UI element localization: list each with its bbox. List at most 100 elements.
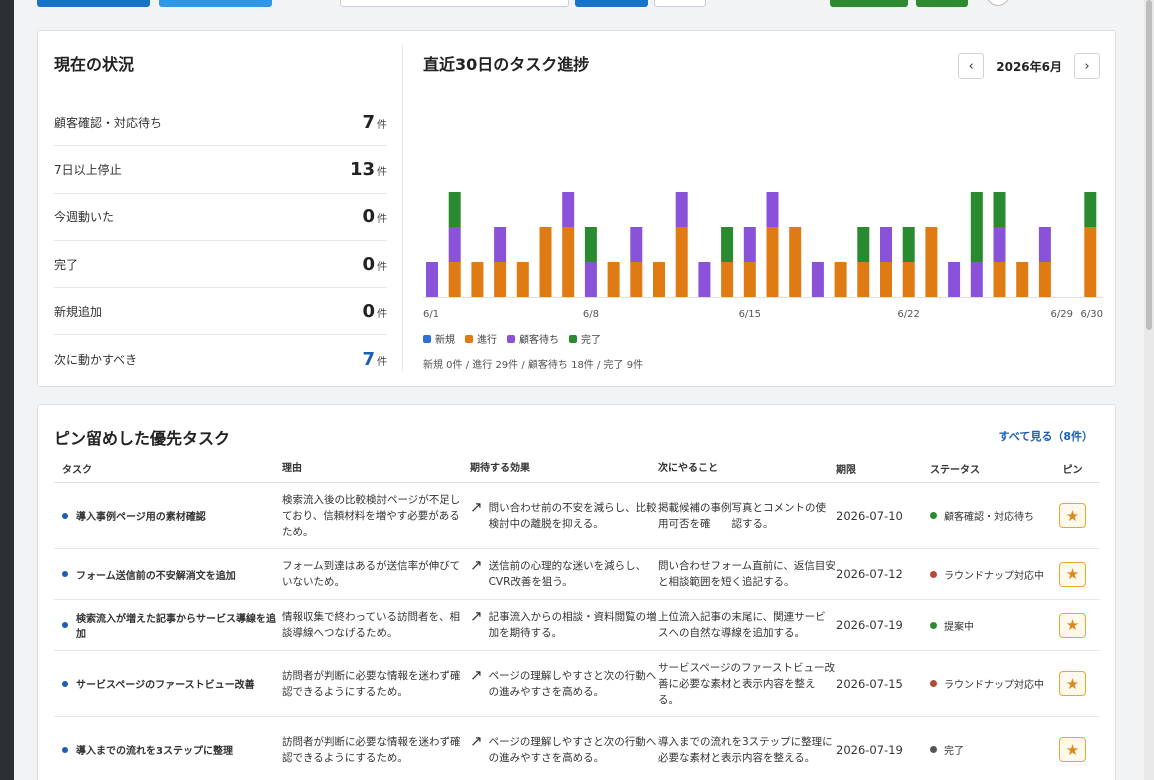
table-row[interactable]: 検索流入が増えた記事からサービス導線を追加 情報収集で終わっている訪問者を、相談導… [54,600,1100,651]
bar-6-21-series-1[interactable] [880,262,892,297]
bar-6-10-series-1[interactable] [630,262,643,297]
bar-6-19-series-1[interactable] [834,262,847,297]
scrollbar-thumb[interactable] [1146,0,1152,330]
star-icon[interactable]: ★ [1059,612,1086,638]
toolbar-green-small-button[interactable] [916,0,968,7]
bar-6-5-series-1[interactable] [516,262,529,297]
legend-label: 完了 [581,335,601,346]
chevron-left-icon[interactable]: ‹ [958,53,985,79]
status-dot-icon [930,746,937,753]
star-icon[interactable]: ★ [1059,671,1086,696]
status-dot-icon [930,512,937,519]
toolbar-search-button[interactable] [575,0,648,7]
star-icon[interactable]: ★ [1059,737,1086,762]
status-row[interactable]: 完了 0 件 [54,241,387,289]
star-icon[interactable]: ★ [1059,561,1086,587]
bar-6-7-series-1[interactable] [562,227,575,297]
effect-cell: ↗ ページの理解しやすさと次の行動への進みやすさを高める。 [470,667,658,700]
bar-6-14-series-3[interactable] [721,227,734,262]
x-tick-label: 6/30 [1081,309,1103,320]
status-row[interactable]: 7日以上停止 13 件 [54,146,387,194]
status-text: 完了 [944,746,964,757]
table-row[interactable]: 導入までの流れを3ステップに整理 訪問者が判断に必要な情報を迷わず確認できるように… [54,717,1100,780]
table-row[interactable]: フォーム送信前の不安解消文を追加 フォーム到達はあるが送信率が伸びていないため。 ↗… [54,549,1100,600]
status-row[interactable]: 新規追加 0 件 [54,288,387,336]
bar-6-23-series-1[interactable] [925,227,938,297]
star-icon[interactable]: ★ [1059,503,1086,528]
toolbar-search-input[interactable] [340,0,569,7]
column-header: 理由 [282,462,302,474]
bar-6-26-series-3[interactable] [993,192,1006,227]
chart-title: 直近30日のタスク進捗 [423,55,590,74]
legend-item: 進行 [465,331,497,346]
status-row[interactable]: 顧客確認・対応待ち 7 件 [54,99,387,147]
task-name[interactable]: 検索流入が増えた記事からサービス導線を追加 [76,610,282,640]
bar-6-18-series-2[interactable] [811,262,824,297]
toolbar-primary-button[interactable] [37,0,150,7]
toolbar-secondary-button[interactable] [159,0,272,7]
bar-6-14-series-1[interactable] [721,262,734,297]
bar-6-11-series-1[interactable] [653,262,665,297]
bar-6-30-series-3[interactable] [1084,192,1097,227]
bar-6-8-series-2[interactable] [584,262,597,297]
bar-6-20-series-1[interactable] [857,262,870,297]
bar-6-9-series-1[interactable] [607,262,620,297]
table-row[interactable]: サービスページのファーストビュー改善 訪問者が判断に必要な情報を迷わず確認できるよ… [54,651,1100,717]
task-name[interactable]: サービスページのファーストビュー改善 [76,676,255,691]
bar-6-26-series-1[interactable] [993,262,1006,297]
effect-text: 記事流入からの相談・資料閲覧の増加を期待する。 [488,611,657,639]
status-value: 0件 [362,301,387,322]
toolbar-clear-button[interactable] [654,0,706,7]
bar-6-2-series-2[interactable] [448,227,461,262]
legend-swatch [569,334,577,343]
bar-6-24-series-2[interactable] [948,262,961,297]
bar-6-22-series-3[interactable] [902,227,915,262]
chevron-right-icon[interactable]: › [1074,53,1100,79]
bar-6-28-series-1[interactable] [1038,262,1051,297]
table-row[interactable]: 導入事例ページ用の素材確認 検索流入後の比較検討ページが不足しており、信頼材料を増… [54,483,1100,549]
bar-6-10-series-2[interactable] [630,227,643,262]
toolbar-green-button[interactable] [830,0,908,7]
bar-6-12-series-1[interactable] [675,227,688,297]
bar-6-26-series-2[interactable] [993,227,1006,262]
bar-6-27-series-1[interactable] [1016,262,1029,297]
bar-6-13-series-2[interactable] [698,262,711,297]
bar-6-22-series-1[interactable] [902,262,915,297]
status-row[interactable]: 次に動かすべき 7 件 [54,335,387,382]
page-scrollbar[interactable] [1144,0,1154,780]
toolbar-avatar[interactable] [984,0,1012,6]
bar-6-8-series-3[interactable] [584,227,597,262]
bar-6-3-series-1[interactable] [471,262,484,297]
bar-6-25-series-3[interactable] [970,192,983,262]
bar-6-15-series-2[interactable] [743,227,756,262]
bar-6-20-series-3[interactable] [857,227,870,262]
bar-6-2-series-1[interactable] [448,262,461,297]
bar-6-6-series-1[interactable] [539,227,552,297]
bar-6-12-series-2[interactable] [675,192,688,227]
status-badge: 提案中 [930,618,1045,633]
bar-6-4-series-2[interactable] [494,227,507,262]
task-name[interactable]: 導入事例ページ用の素材確認 [76,508,206,523]
column-header: 次にやること [658,462,718,474]
task-name[interactable]: フォーム送信前の不安解消文を追加 [76,567,236,582]
see-all-link[interactable]: すべて見る（8件） [999,428,1093,444]
bar-6-4-series-1[interactable] [494,262,507,297]
status-row[interactable]: 今週動いた 0 件 [54,194,387,241]
bar-6-2-series-3[interactable] [448,192,461,227]
bar-6-28-series-2[interactable] [1038,227,1051,262]
bar-6-17-series-1[interactable] [789,227,802,297]
chart-summary: 新規 0件 / 進行 29件 / 顧客待ち 18件 / 完了 9件 [423,360,644,371]
bar-6-15-series-1[interactable] [743,262,756,297]
bar-6-1-series-2[interactable] [426,262,438,297]
bar-6-30-series-1[interactable] [1084,227,1097,297]
bar-6-7-series-2[interactable] [562,192,575,227]
bar-6-16-series-1[interactable] [766,227,779,297]
column-header: タスク [62,465,92,476]
bullet-icon [62,512,68,519]
bar-6-21-series-2[interactable] [880,227,892,262]
effect-text: 送信前の心理的な迷いを減らし、CVR改善を狙う。 [488,560,647,588]
bar-6-16-series-2[interactable] [766,192,779,227]
bar-6-25-series-2[interactable] [970,262,983,297]
status-value: 0件 [362,206,387,227]
task-name[interactable]: 導入までの流れを3ステップに整理 [76,742,233,757]
